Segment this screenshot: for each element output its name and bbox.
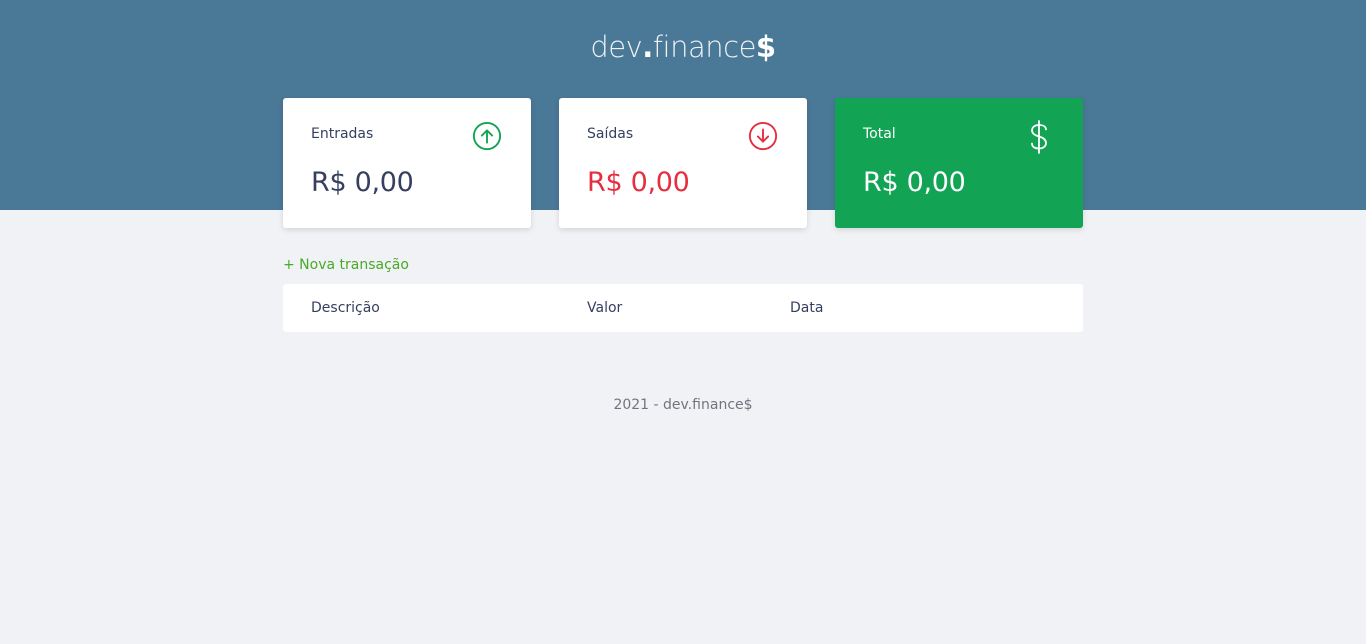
arrow-up-circle-icon: [472, 121, 502, 151]
total-label: Total: [863, 126, 896, 142]
page-footer: 2021 - dev.finance$: [613, 397, 753, 413]
dollar-sign-icon: [1031, 120, 1047, 154]
column-header-description: Descrição: [311, 300, 380, 316]
income-card: Entradas R$ 0,00: [283, 98, 531, 228]
column-header-date: Data: [790, 300, 824, 316]
new-transaction-link[interactable]: + Nova transação: [283, 257, 409, 273]
expense-amount: R$ 0,00: [587, 167, 690, 198]
income-amount: R$ 0,00: [311, 167, 414, 198]
arrow-down-circle-icon: [748, 121, 778, 151]
transactions-table-header: Descrição Valor Data: [283, 284, 1083, 332]
total-card: Total R$ 0,00: [835, 98, 1083, 228]
total-amount: R$ 0,00: [863, 167, 966, 198]
income-label: Entradas: [311, 126, 374, 142]
column-header-value: Valor: [587, 300, 623, 316]
expense-card: Saídas R$ 0,00: [559, 98, 807, 228]
app-logo: dev.finance$: [590, 30, 776, 64]
expense-label: Saídas: [587, 126, 634, 142]
